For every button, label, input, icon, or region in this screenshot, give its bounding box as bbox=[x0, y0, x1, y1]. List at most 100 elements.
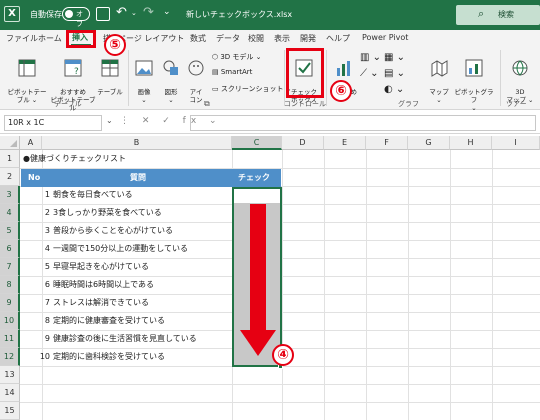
autosave-state: オフ bbox=[76, 10, 83, 28]
statistic-chart-icon[interactable]: ▤ ⌄ bbox=[384, 68, 405, 79]
shapes-button[interactable]: 図形 ⌄ bbox=[158, 50, 184, 104]
highlight-insert-tab bbox=[66, 30, 96, 48]
row-header-3[interactable]: 3 bbox=[0, 186, 20, 204]
column-header-d[interactable]: D bbox=[282, 136, 324, 150]
tab-review[interactable]: 校閲 bbox=[248, 33, 264, 44]
name-box-dropdown-icon[interactable]: ⌄ bbox=[106, 116, 113, 125]
tab-home[interactable]: ホーム bbox=[38, 33, 62, 44]
ribbon: ピボットテー ブル ⌄ ? おすすめ ピボットテーブル テーブル 画像 ⌄ 図形… bbox=[0, 46, 540, 112]
item-no: 3 bbox=[44, 226, 50, 235]
row-header-9[interactable]: 9 bbox=[0, 294, 20, 312]
worksheet-grid[interactable]: A B C D E F G H I 1 2 3 4 5 6 7 8 9 10 1… bbox=[0, 136, 540, 420]
item-question: 定期的に健康審査を受けている bbox=[53, 316, 165, 325]
svg-text:?: ? bbox=[74, 67, 79, 77]
map-chart-icon bbox=[431, 60, 448, 77]
tab-help[interactable]: ヘルプ bbox=[326, 33, 350, 44]
line-chart-icon[interactable]: ⟋ ⌄ bbox=[360, 68, 379, 79]
smartart-button[interactable]: ▤ SmartArt bbox=[212, 68, 252, 76]
tab-developer[interactable]: 開発 bbox=[300, 33, 316, 44]
pivot-chart-button[interactable]: ピボットグラフ ⌄ bbox=[452, 50, 496, 112]
name-box[interactable]: 10R x 1C bbox=[4, 115, 102, 131]
tab-file[interactable]: ファイル bbox=[6, 33, 38, 44]
row-header-13[interactable]: 13 bbox=[0, 366, 20, 384]
select-all-corner[interactable] bbox=[0, 136, 20, 150]
gridline bbox=[20, 402, 540, 403]
active-cell[interactable] bbox=[234, 189, 280, 203]
tab-view[interactable]: 表示 bbox=[274, 33, 290, 44]
group-label-chart: グラフ bbox=[398, 100, 419, 108]
item-no: 2 bbox=[44, 208, 50, 217]
row-header-6[interactable]: 6 bbox=[0, 240, 20, 258]
item-no: 6 bbox=[44, 280, 50, 289]
header-question: 質問 bbox=[130, 173, 146, 182]
row-header-10[interactable]: 10 bbox=[0, 312, 20, 330]
row-header-7[interactable]: 7 bbox=[0, 258, 20, 276]
table-icon bbox=[101, 59, 119, 77]
row-header-2[interactable]: 2 bbox=[0, 168, 20, 186]
item-question: 健康診査の後に生活習慣を見直している bbox=[53, 334, 197, 343]
item-no: 5 bbox=[44, 262, 50, 271]
row-header-5[interactable]: 5 bbox=[0, 222, 20, 240]
map-chart-button[interactable]: マップ ⌄ bbox=[428, 50, 450, 104]
row-header-14[interactable]: 14 bbox=[0, 384, 20, 402]
group-label-control: コントロール bbox=[284, 100, 326, 108]
pivot-table-icon bbox=[18, 59, 36, 77]
column-header-f[interactable]: F bbox=[366, 136, 408, 150]
ribbon-separator bbox=[326, 50, 327, 106]
undo-dropdown-icon[interactable]: ⌄ bbox=[131, 9, 137, 17]
formula-bar: 10R x 1C ⌄ ⋮ ✕ ✓ fx ⌄ bbox=[0, 112, 540, 134]
column-header-c[interactable]: C bbox=[232, 136, 282, 150]
picture-button[interactable]: 画像 ⌄ bbox=[130, 50, 158, 104]
gridline bbox=[408, 150, 409, 420]
row-header-1[interactable]: 1 bbox=[0, 150, 20, 168]
row-header-4[interactable]: 4 bbox=[0, 204, 20, 222]
tab-power-pivot[interactable]: Power Pivot bbox=[362, 33, 408, 42]
3d-map-button[interactable]: 3D マップ ⌄ bbox=[504, 50, 536, 104]
ribbon-separator bbox=[284, 50, 285, 106]
icons-button[interactable]: アイ コン bbox=[184, 50, 208, 104]
search-box[interactable]: ⌕ 検索 bbox=[456, 5, 540, 25]
row-header-8[interactable]: 8 bbox=[0, 276, 20, 294]
item-question: 一週間で150分以上の運動をしている bbox=[53, 244, 189, 253]
combo-chart-icon[interactable]: ◐ ⌄ bbox=[384, 84, 404, 95]
tab-data[interactable]: データ bbox=[216, 33, 240, 44]
undo-icon[interactable]: ↶ bbox=[116, 5, 127, 20]
item-question: 3食しっかり野菜を食べている bbox=[53, 208, 162, 217]
item-question: 朝食を毎日食べている bbox=[53, 190, 133, 199]
title-bar: X 自動保存 オフ ↶ ⌄ ↷ ⌄ 新しいチェックボックス.xlsx ⌕ 検索 bbox=[0, 0, 540, 30]
screenshot-button[interactable]: ▭ スクリーンショット ⌄ bbox=[212, 84, 292, 94]
3d-model-button[interactable]: ⬡ 3D モデル ⌄ bbox=[212, 52, 262, 62]
illustrations-expand-icon[interactable]: ⧉ bbox=[204, 99, 210, 109]
column-header-b[interactable]: B bbox=[42, 136, 232, 150]
formula-input[interactable] bbox=[190, 115, 536, 131]
save-icon[interactable] bbox=[96, 7, 110, 21]
autosave-toggle[interactable]: オフ bbox=[62, 7, 90, 28]
icons-icon bbox=[188, 60, 204, 76]
item-no: 1 bbox=[44, 190, 50, 199]
header-check: チェック bbox=[238, 173, 270, 182]
row-header-12[interactable]: 12 bbox=[0, 348, 20, 366]
column-header-g[interactable]: G bbox=[408, 136, 450, 150]
column-header-h[interactable]: H bbox=[450, 136, 492, 150]
column-header-a[interactable]: A bbox=[20, 136, 42, 150]
step-4-badge: ④ bbox=[272, 344, 294, 366]
customize-toolbar-icon[interactable]: ⌄ bbox=[163, 7, 171, 17]
column-header-e[interactable]: E bbox=[324, 136, 366, 150]
pivot-table-button[interactable]: ピボットテー ブル ⌄ bbox=[4, 50, 50, 104]
picture-icon bbox=[135, 60, 153, 76]
hierarchy-chart-icon[interactable]: ▦ ⌄ bbox=[384, 52, 405, 63]
table-button[interactable]: テーブル bbox=[96, 50, 124, 96]
gridline bbox=[282, 150, 283, 420]
tab-formulas[interactable]: 数式 bbox=[190, 33, 206, 44]
drag-arrow-head-icon bbox=[240, 330, 276, 356]
ribbon-separator bbox=[128, 50, 129, 106]
redo-icon[interactable]: ↷ bbox=[143, 5, 154, 20]
tab-page-layout[interactable]: ページ レイアウト bbox=[118, 33, 184, 44]
gridline bbox=[450, 150, 451, 420]
row-header-11[interactable]: 11 bbox=[0, 330, 20, 348]
row-header-15[interactable]: 15 bbox=[0, 402, 20, 420]
item-no: 10 bbox=[39, 352, 50, 361]
column-header-i[interactable]: I bbox=[492, 136, 540, 150]
smartart-icon: ▤ bbox=[212, 68, 221, 76]
column-chart-icon[interactable]: ▥ ⌄ bbox=[360, 52, 381, 63]
